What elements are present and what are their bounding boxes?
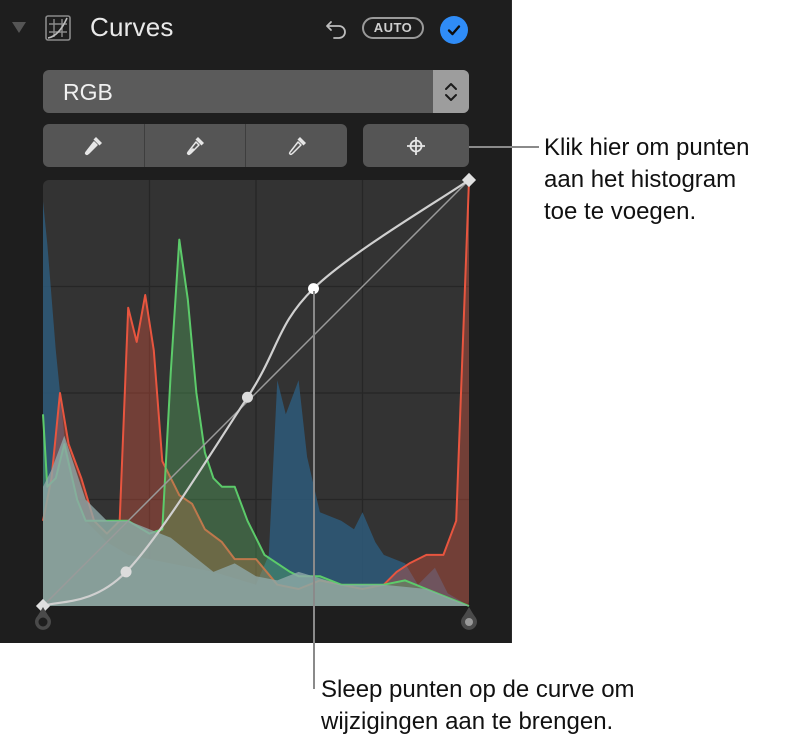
curves-section-icon [45, 15, 71, 41]
curve-point[interactable] [120, 566, 132, 578]
channel-select-value: RGB [63, 79, 113, 105]
eyedropper-tool-group [43, 124, 347, 167]
undo-icon[interactable] [325, 16, 349, 40]
eyedropper-outline-icon [288, 136, 306, 155]
gray-point-eyedropper-button[interactable] [145, 124, 247, 167]
callout-leader-add-points [469, 146, 539, 148]
channel-select-stepper[interactable] [433, 70, 469, 113]
add-points-target-button[interactable] [363, 124, 469, 167]
auto-button[interactable]: AUTO [362, 17, 424, 39]
disclosure-triangle-icon[interactable] [12, 22, 26, 33]
enable-toggle[interactable] [440, 16, 468, 44]
black-point-handle[interactable] [32, 606, 54, 632]
callout-add-points: Klik hier om punten aan het histogram to… [544, 134, 750, 225]
eyedropper-half-icon [186, 136, 204, 155]
curves-histogram[interactable] [35, 172, 477, 614]
callout-drag-points: Sleep punten op de curve om wijzigingen … [321, 676, 635, 735]
curve-point[interactable] [241, 391, 253, 403]
white-point-eyedropper-button[interactable] [246, 124, 347, 167]
crosshair-icon [407, 136, 425, 155]
channel-select[interactable]: RGB [43, 70, 469, 113]
up-down-chevron-icon [445, 82, 457, 101]
callout-leader-drag-points [313, 291, 315, 689]
curves-panel: Curves AUTO RGB [0, 0, 512, 643]
black-point-eyedropper-button[interactable] [43, 124, 145, 167]
white-point-handle[interactable] [458, 606, 480, 632]
checkmark-icon [447, 25, 461, 36]
histogram-chart[interactable] [35, 172, 477, 614]
eyedropper-filled-icon [85, 136, 103, 155]
panel-title: Curves [90, 12, 174, 42]
